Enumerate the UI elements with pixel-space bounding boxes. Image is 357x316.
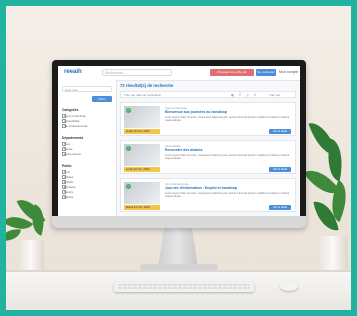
account-link[interactable]: Mon compte: [279, 69, 298, 76]
left-pot: [18, 240, 44, 274]
filter-button[interactable]: Filtrer: [92, 96, 112, 102]
section-title: Départements: [62, 136, 84, 140]
filter-item[interactable]: Seniors: [64, 190, 73, 194]
login-button[interactable]: Se connecter: [256, 69, 276, 76]
monitor-stand: [158, 228, 198, 268]
section-title: Public: [62, 164, 72, 168]
monitor: reeaih Rechercher... Proposer une offre …: [52, 60, 306, 228]
right-pot: [318, 236, 348, 274]
filter-item[interactable]: Savoie: [64, 147, 73, 151]
card-date: Jeudi 19 Oct. 2023: [124, 129, 160, 134]
card-title[interactable]: Bienvenue aux journées du handicap: [165, 110, 293, 114]
monitor-stand-base: [140, 264, 218, 270]
screen: reeaih Rechercher... Proposer une offre …: [58, 66, 300, 216]
photo-frame: reeaih Rechercher... Proposer une offre …: [0, 0, 357, 316]
result-card[interactable]: ✓ Mardi 24 Oct. 2023 Vie professionnelle…: [120, 178, 296, 212]
card-description: Lorem ipsum dolor sit amet, consectetur …: [165, 154, 290, 161]
toolbar-text[interactable]: Trier par date de publication: [124, 92, 161, 98]
results-toolbar: Trier par date de publication ▦ ☰ ◫ ⚲ Tr…: [120, 91, 296, 98]
filter-item[interactable]: Sport et handicap: [64, 114, 86, 118]
desk: [0, 272, 357, 316]
filter-item[interactable]: Aidants: [64, 195, 73, 199]
section-title: Catégories: [62, 108, 79, 112]
card-title[interactable]: Journée d'information : Emploi et handic…: [165, 186, 293, 190]
card-date: Lundi 23 Oct. 2023: [124, 167, 160, 172]
filter-item[interactable]: Enfants: [64, 180, 74, 184]
check-icon: ✓: [126, 108, 131, 113]
filter-item[interactable]: Tous: [64, 142, 70, 146]
offer-button[interactable]: Proposer une offre de recrutement: [210, 69, 254, 81]
result-card[interactable]: ✓ Lundi 23 Oct. 2023 Accessibilité Renco…: [120, 140, 296, 174]
sort-dropdown[interactable]: Trier par: [269, 92, 280, 98]
card-title[interactable]: Rencontre des aidants: [165, 148, 293, 152]
results-title: 72 résultat(s) de recherche: [120, 83, 174, 88]
card-date: Mardi 24 Oct. 2023: [124, 205, 160, 210]
filter-item[interactable]: Adultes: [64, 175, 73, 179]
filter-item[interactable]: Vie professionnelle: [64, 124, 88, 128]
keyboard: [114, 282, 254, 292]
card-detail-button[interactable]: Voir le détail: [269, 167, 291, 172]
result-card[interactable]: ✓ Jeudi 19 Oct. 2023 Sport et handicap B…: [120, 102, 296, 136]
keyword-input[interactable]: Mots clés: [62, 86, 112, 92]
card-description: Lorem ipsum dolor sit amet, consectetur …: [165, 192, 290, 199]
mouse: [280, 282, 298, 291]
filter-item[interactable]: Accessibilité: [64, 119, 79, 123]
filter-item[interactable]: Haute-Savoie: [64, 152, 81, 156]
app-logo[interactable]: reeaih: [64, 69, 82, 75]
filter-item[interactable]: Tous: [64, 170, 70, 174]
card-detail-button[interactable]: Voir le détail: [269, 205, 291, 210]
check-icon: ✓: [126, 184, 131, 189]
check-icon: ✓: [126, 146, 131, 151]
monitor-chin: [52, 216, 306, 228]
top-bar: reeaih Rechercher... Proposer une offre …: [58, 66, 300, 81]
global-search-input[interactable]: Rechercher...: [102, 69, 172, 76]
filter-item[interactable]: Étudiants: [64, 185, 76, 189]
card-description: Lorem ipsum dolor sit amet, consectetur …: [165, 116, 290, 123]
card-detail-button[interactable]: Voir le détail: [269, 129, 291, 134]
results-main: 72 résultat(s) de recherche Trier par da…: [120, 80, 296, 216]
filter-sidebar: Mots clés Filtrer Catégories Sport et ha…: [58, 80, 117, 216]
view-toggle-icons[interactable]: ▦ ☰ ◫ ⚲: [231, 92, 258, 98]
